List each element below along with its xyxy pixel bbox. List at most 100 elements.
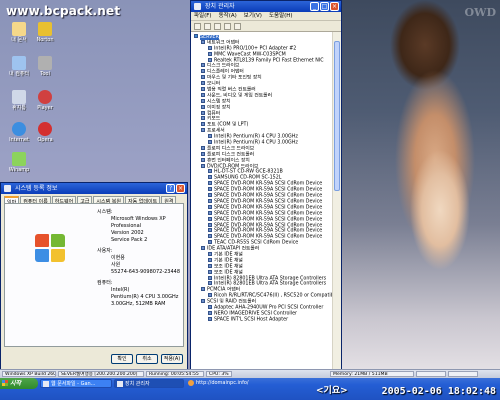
device-manager-window[interactable]: 장치 관리자 _ □ × 파일(F) 동작(A) 보기(V) 도움말(H) SE… [190, 0, 342, 370]
minimize-button[interactable]: _ [310, 2, 319, 11]
device-tree[interactable]: SERVER 네트워크 어댑터 Intel(R) PRO/100+ PCI Adap… [191, 32, 332, 369]
start-button[interactable]: 시작 [0, 378, 38, 389]
player-icon [38, 90, 52, 104]
device-node-icon [208, 193, 212, 198]
cancel-button[interactable]: 취소 [136, 354, 158, 364]
taskbar-button-label: 장치 관리자 [125, 381, 150, 387]
computer-line: 3.00GHz, 512MB RAM [111, 301, 166, 307]
device-node-icon [208, 216, 212, 221]
device-node-icon [201, 69, 205, 74]
device-node-icon [208, 175, 212, 180]
close-button[interactable]: × [330, 2, 339, 11]
system-line: Microsoft Windows XP [111, 216, 166, 222]
device-node-icon [208, 51, 212, 56]
device-manager-titlebar[interactable]: 장치 관리자 _ □ × [191, 1, 341, 12]
band-server[interactable]: SEVER웹여행용 [200.200.200.200] [58, 371, 144, 377]
close-button[interactable]: × [176, 184, 185, 193]
window-title: 장치 관리자 [205, 3, 235, 10]
vertical-scrollbar[interactable] [332, 32, 341, 369]
band-slot[interactable] [416, 371, 446, 377]
desktop-icon-tool[interactable]: Tool [28, 56, 62, 77]
system-info-text: 시스템: Microsoft Windows XP Professional V… [97, 209, 180, 308]
menu-action[interactable]: 동작(A) [219, 12, 237, 20]
folder-icon [12, 22, 26, 36]
device-node-icon [201, 104, 205, 109]
system-properties-titlebar[interactable]: 시스템 등록 정보 ? × [1, 183, 187, 194]
system-label: 시스템: [97, 209, 113, 215]
menu-help[interactable]: 도움말(H) [269, 12, 293, 20]
band-os[interactable]: Windows XP Build 2600 [2, 371, 56, 377]
tree-label: 보조 IDE 채널 [214, 264, 243, 270]
computer-line: Intel(R) [111, 287, 130, 293]
taskbar-toolbar-band: Windows XP Build 2600 SEVER웹여행용 [200.200… [0, 369, 500, 378]
tree-label: 마우스 및 기타 포인팅 장치 [207, 75, 262, 81]
taskbar-button-device-manager[interactable]: 장치 관리자 [114, 379, 184, 388]
desktop-icon-winamp[interactable]: Winamp [2, 152, 36, 173]
device-node-icon [208, 140, 212, 145]
tree-label: SPACE DVD-ROM KR-59A SCSI CdRom Device [214, 211, 323, 217]
device-node-icon [201, 287, 205, 292]
back-icon[interactable] [194, 23, 201, 30]
help-button[interactable]: ? [166, 184, 175, 193]
tree-label: SPACE DVD-ROM KR-59A SCSI CdRom Device [214, 228, 323, 234]
system-properties-window[interactable]: 시스템 등록 정보 ? × 일반 컴퓨터 이름 하드웨어 고급 시스템 복원 자… [0, 182, 188, 370]
taskbar: 시작 웹 문서파일 - Gan... 장치 관리자 http://domainp… [0, 378, 500, 400]
tree-label: SPACE DVD-ROM KR-59A SCSI CdRom Device [214, 234, 323, 240]
tree-label: 디스크 드라이브 [207, 63, 240, 69]
tool-icon [38, 56, 52, 70]
tree-label: 프로세서 [207, 128, 225, 134]
tree-label: Intel(R) PRO/100+ PCI Adapter #2 [214, 46, 297, 52]
general-panel: 시스템: Microsoft Windows XP Professional V… [4, 203, 184, 347]
tree-label: 기본 IDE 채널 [214, 252, 243, 258]
tree-label: NERO IMAGEDRIVE SCSI Controller [214, 311, 298, 317]
language-indicator[interactable]: <기요> [316, 383, 348, 396]
refresh-icon[interactable] [224, 23, 231, 30]
address-toolbar[interactable]: http://domainpc.info/ [186, 378, 306, 389]
tree-label: 모니터 [207, 81, 221, 87]
menu-file[interactable]: 파일(F) [194, 12, 212, 20]
device-node-icon [201, 110, 205, 115]
scroll-thumb[interactable] [334, 41, 340, 191]
device-node-icon [208, 45, 212, 50]
forward-icon[interactable] [204, 23, 211, 30]
tree-label: SPACE DVD-ROM KR-59A SCSI CdRom Device [214, 181, 323, 187]
tree-label: SPACE DVD-ROM KR-59A SCSI CdRom Device [214, 199, 323, 205]
opera-icon [38, 122, 52, 136]
computer-icon [12, 56, 26, 70]
device-node-icon [201, 98, 205, 103]
help-icon[interactable] [234, 23, 241, 30]
device-manager-icon [194, 3, 201, 10]
band-uptime[interactable]: Running: 00:05:54:55 [146, 371, 204, 377]
properties-icon[interactable] [214, 23, 221, 30]
winamp-icon [12, 152, 26, 166]
device-node-icon [201, 145, 205, 150]
tree-label: 시스템 장치 [207, 99, 231, 105]
band-memory[interactable]: Memory: 21MB / 511MB [330, 371, 414, 377]
tree-device[interactable]: SPACE INT'L SCSI Host Adapter [193, 316, 330, 323]
tree-label: HL-DT-ST CD-RW GCE-8321B [214, 169, 283, 175]
device-node-icon [208, 228, 212, 233]
user-line: 55274-643-9098072-23448 [111, 269, 181, 275]
tree-label: SPACE DVD-ROM KR-59A SCSI CdRom Device [214, 193, 323, 199]
device-node-icon [208, 263, 212, 268]
band-slot[interactable] [448, 371, 478, 377]
ok-button[interactable]: 확인 [111, 354, 133, 364]
photo-watermark: OWD [464, 6, 496, 19]
user-line: 이현용 [111, 255, 125, 261]
tree-label: 디스플레이 어댑터 [207, 69, 244, 75]
tree-label: Adaptec AHA-2940UW Pro PCI SCSI Controll… [214, 305, 324, 311]
desktop-icon-opera[interactable]: Opera [28, 122, 62, 143]
desktop-icon-player[interactable]: Player [28, 90, 62, 111]
maximize-button[interactable]: □ [320, 2, 329, 11]
site-watermark: www.bcpack.net [6, 4, 121, 18]
device-node-icon [201, 246, 205, 251]
desktop-icon-norton[interactable]: Norton [28, 22, 62, 43]
menu-view[interactable]: 보기(V) [244, 12, 262, 20]
band-cpu[interactable]: CPU: 3% [206, 371, 232, 377]
clock[interactable]: 2005-02-06 18:02:48 [382, 386, 496, 397]
taskbar-button-doc[interactable]: 웹 문서파일 - Gan... [40, 379, 112, 388]
tree-label: 컴퓨터 [207, 111, 221, 117]
device-node-icon [201, 151, 205, 156]
apply-button[interactable]: 적용(A) [161, 354, 183, 364]
computer-line: Pentium(R) 4 CPU 3.00GHz [111, 294, 179, 300]
